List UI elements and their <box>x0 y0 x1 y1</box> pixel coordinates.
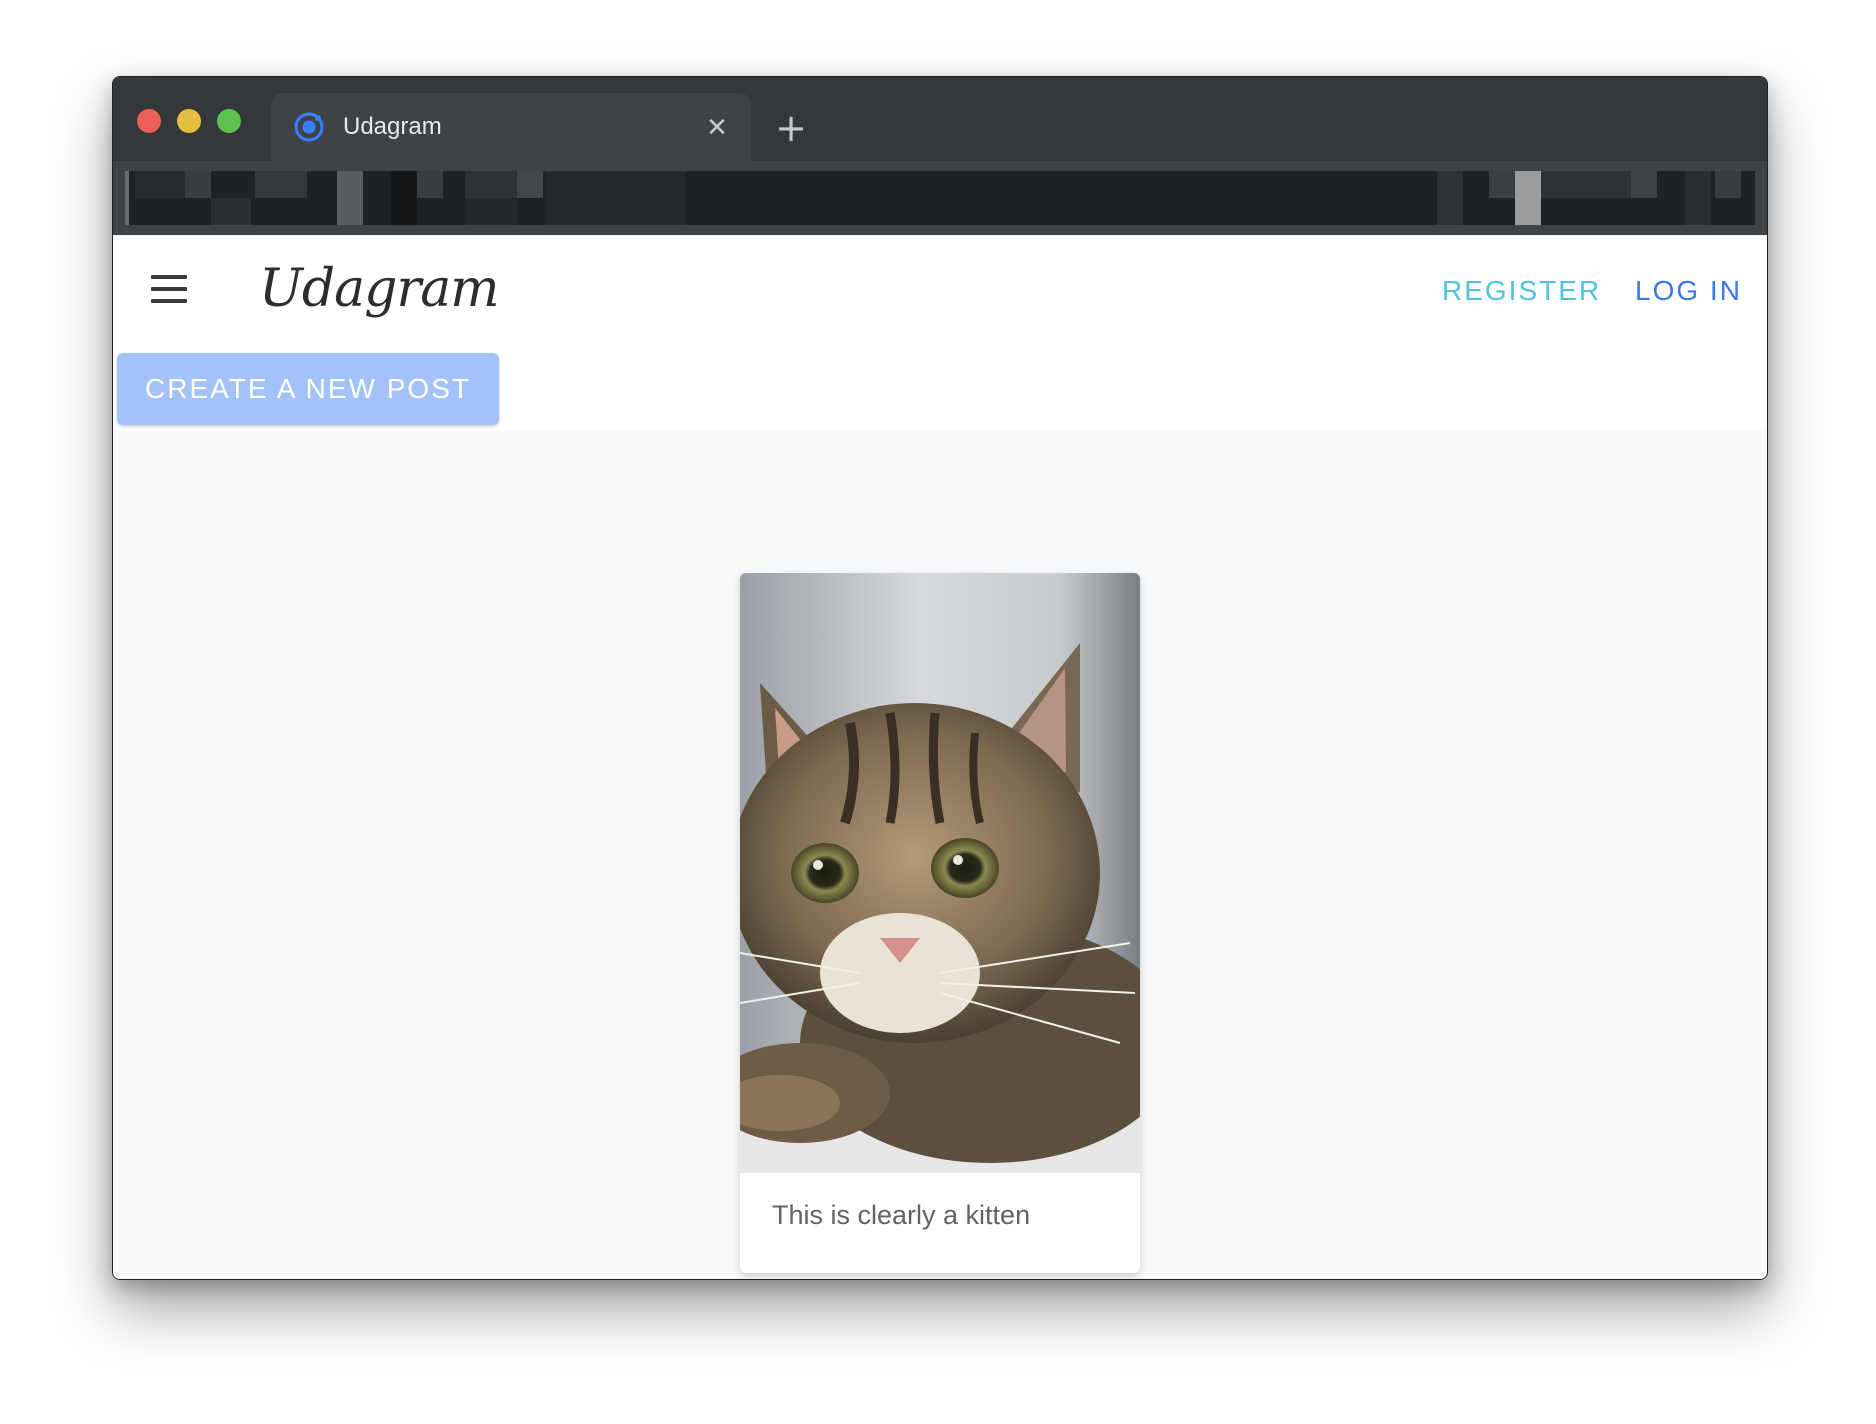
app-logo: Udagram <box>259 259 500 319</box>
kitten-photo <box>740 573 1140 1173</box>
zoom-window-button[interactable] <box>217 109 241 133</box>
app-header: Udagram REGISTER LOG IN <box>113 235 1767 347</box>
feed-item-card: This is clearly a kitten <box>740 573 1140 1273</box>
browser-window: Udagram ✕ + Udagram REGISTER LOG IN CREA… <box>112 76 1768 1280</box>
new-tab-icon[interactable]: + <box>773 109 809 147</box>
browser-toolbar <box>113 161 1767 235</box>
close-window-button[interactable] <box>137 109 161 133</box>
post-caption: This is clearly a kitten <box>772 1200 1031 1230</box>
login-link[interactable]: LOG IN <box>1635 273 1742 309</box>
create-post-button[interactable]: CREATE A NEW POST <box>117 353 499 425</box>
browser-tab-strip: Udagram ✕ + <box>113 77 1767 161</box>
minimize-window-button[interactable] <box>177 109 201 133</box>
browser-tab[interactable]: Udagram ✕ <box>271 93 751 161</box>
hamburger-menu-icon[interactable] <box>149 273 189 305</box>
ionic-logo-icon <box>294 112 324 142</box>
close-tab-icon[interactable]: ✕ <box>701 111 733 143</box>
address-bar[interactable] <box>125 171 1755 225</box>
action-bar: CREATE A NEW POST <box>113 347 1767 431</box>
tab-title: Udagram <box>343 113 442 140</box>
register-link[interactable]: REGISTER <box>1442 273 1601 309</box>
web-page: Udagram REGISTER LOG IN CREATE A NEW POS… <box>113 235 1767 1279</box>
